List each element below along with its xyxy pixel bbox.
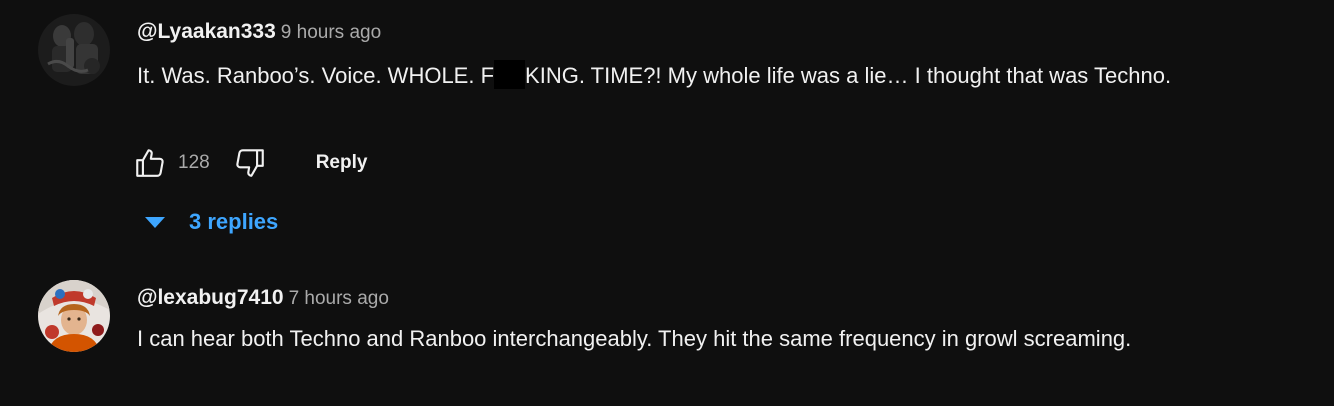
comment-timestamp[interactable]: 7 hours ago	[289, 288, 389, 309]
avatar-image	[38, 14, 110, 86]
redaction-block	[494, 60, 526, 89]
triangle-down-icon	[145, 217, 165, 228]
reply-button[interactable]: Reply	[316, 152, 368, 174]
author-name[interactable]: @Lyaakan333	[137, 20, 276, 43]
author-name[interactable]: @lexabug7410	[137, 286, 284, 309]
comment-text-part-2: KING. TIME?! My whole life was a lie… I …	[525, 63, 1172, 88]
avatar[interactable]	[38, 280, 110, 352]
like-count: 128	[178, 152, 210, 173]
comment-header: @lexabug7410 7 hours ago	[137, 286, 389, 310]
comment-text: I can hear both Techno and Ranboo interc…	[137, 326, 1132, 351]
comment-text: It. Was. Ranboo’s. Voice. WHOLE. F KING. …	[137, 58, 1197, 93]
avatar[interactable]	[38, 14, 110, 86]
comment-timestamp[interactable]: 9 hours ago	[281, 22, 381, 43]
show-replies-button[interactable]: 3 replies	[143, 204, 278, 240]
comments-section: @Lyaakan333 9 hours ago It. Was. Ranboo’s…	[0, 0, 1334, 406]
comment-text-part-1: It. Was. Ranboo’s. Voice. WHOLE. F	[137, 63, 495, 88]
replies-count-label: 3 replies	[189, 209, 279, 234]
dislike-button[interactable]	[232, 145, 268, 181]
comment-actions: 128 Reply	[132, 145, 367, 181]
thumbs-down-icon	[235, 149, 264, 177]
thumbs-up-icon	[136, 149, 164, 177]
like-button[interactable]	[132, 145, 168, 181]
avatar-image	[38, 280, 110, 352]
comment-header: @Lyaakan333 9 hours ago	[137, 20, 381, 44]
